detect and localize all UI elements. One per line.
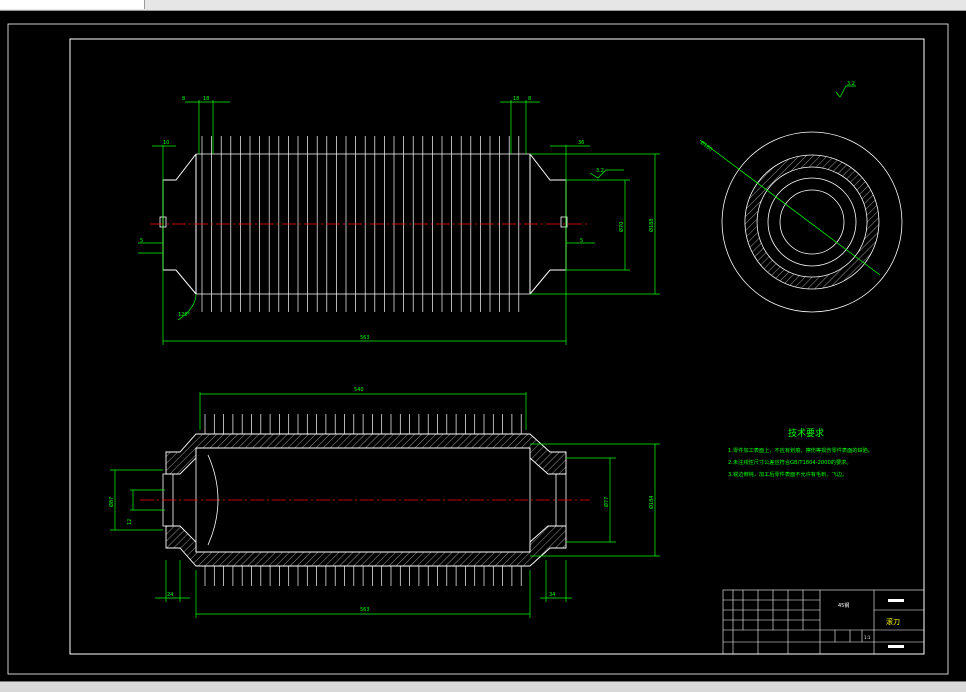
bore-circle-1 [767,177,857,267]
drawing-svg: 8 18 18 8 10 5 120° 36 5 Ø70 Ø188 563 3.… [7,23,949,675]
title-scale: 1:1 [864,635,871,640]
dim-right-dia-2: Ø188 [648,219,655,232]
roughness-front: 3.2 [596,168,604,174]
status-bar [0,681,966,692]
section-inner-hatch [165,525,567,567]
dim-circle-diameter: Ø180 [699,139,714,153]
dim-bottom-right-small: 34 [549,592,555,598]
hatched-wall [744,154,880,290]
tab-bar [0,0,966,11]
dim-right-inner: 5 [580,238,583,244]
title-block-bar-2 [888,645,904,648]
cad-canvas[interactable]: 8 18 18 8 10 5 120° 36 5 Ø70 Ø188 563 3.… [0,11,966,681]
dim-overall-length: 563 [360,335,370,341]
roughness-symbol-corner [835,85,856,98]
drawing-tab[interactable] [0,0,145,9]
tech-item-2: 2.未注线性尺寸公差应符合GB/T1804-2000的要求。 [728,458,852,466]
dim-bottom-left-b: 12 [127,519,133,525]
dim-left-small-1: 10 [163,140,169,146]
technical-requirements: 技术要求 1.零件加工表面上，不应有划痕、擦伤等损伤零件表面的缺陷。 2.未注线… [728,427,873,478]
section-teeth-top [204,414,522,434]
dim-bottom-top-length: 540 [354,387,364,393]
dim-right-dia-1: Ø70 [618,222,625,232]
section-teeth-bottom [204,566,522,586]
sheet-border [7,23,949,675]
title-part-name: 滚刀 [886,617,900,626]
dim-bottom-length: 563 [360,607,370,613]
dim-top-left-2: 18 [203,96,209,102]
front-dimensions [138,100,660,345]
dim-bottom-left-a: Ø87 [108,497,115,507]
dim-angle: 120° [178,312,191,318]
title-block-bar-1 [888,599,904,602]
dim-right-small: 36 [578,140,584,146]
side-view: Ø180 3.2 [699,81,903,313]
dim-top-right-1: 18 [513,96,519,102]
bore-circle-2 [779,189,845,255]
front-view: 8 18 18 8 10 5 120° 36 5 Ø70 Ø188 563 3.… [138,96,660,345]
dim-left-small-2: 5 [140,238,143,244]
roughness-corner: 3.2 [847,81,855,87]
tech-item-1: 1.零件加工表面上，不应有划痕、擦伤等损伤零件表面的缺陷。 [728,446,873,454]
tech-item-3: 3.锐边倒钝，加工后零件表面不允许有毛刺、飞边。 [728,470,847,478]
dim-bottom-right-dia-1: Ø77 [603,497,610,507]
dim-top-right-2: 8 [528,96,531,102]
section-dimensions [110,392,660,618]
title-material: 45钢 [838,602,849,609]
dim-top-left-1: 8 [182,96,185,102]
section-outer-hatch [165,433,567,475]
tech-title: 技术要求 [788,427,824,439]
section-view: 540 563 24 34 Ø87 12 Ø77 Ø184 [108,387,660,618]
dim-bottom-right-dia-2: Ø184 [648,496,655,509]
dim-bottom-left-small: 24 [167,592,173,598]
